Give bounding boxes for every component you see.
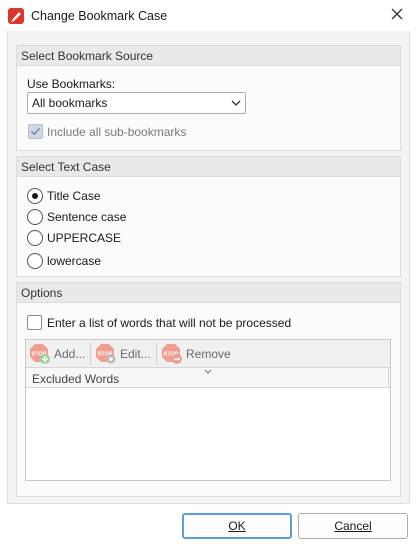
stop-edit-icon: STOP: [95, 343, 117, 365]
dialog-body: Select Bookmark Source Use Bookmarks: Al…: [7, 31, 410, 504]
remove-button[interactable]: STOP Remove: [161, 342, 231, 366]
sentence-case-label[interactable]: Sentence case: [47, 210, 126, 224]
checkmark-icon: [30, 127, 41, 136]
options-header: Options: [17, 283, 400, 303]
add-label: Add...: [54, 347, 86, 361]
text-case-header: Select Text Case: [17, 157, 400, 177]
radio-sentence-case[interactable]: [27, 209, 43, 225]
cancel-label: Cancel: [334, 519, 372, 533]
excluded-words-column-header[interactable]: Excluded Words: [26, 368, 390, 388]
ok-label: OK: [228, 519, 246, 533]
close-icon[interactable]: [389, 6, 405, 22]
stop-remove-icon: STOP: [161, 343, 183, 365]
edit-button[interactable]: STOP Edit...: [95, 342, 151, 366]
toolbar-separator: [156, 343, 157, 365]
use-bookmarks-label: Use Bookmarks:: [27, 77, 116, 91]
remove-label: Remove: [186, 347, 231, 361]
toolbar-separator: [90, 343, 91, 365]
radio-lowercase[interactable]: [27, 253, 43, 269]
use-bookmarks-value: All bookmarks: [32, 96, 108, 110]
add-button[interactable]: STOP Add...: [29, 342, 85, 366]
window-title: Change Bookmark Case: [31, 9, 168, 23]
excluded-words-list[interactable]: STOP Add... STOP Edit... STOP Remove Exc…: [25, 339, 391, 481]
ok-button[interactable]: OK: [182, 513, 292, 539]
uppercase-label[interactable]: UPPERCASE: [47, 231, 121, 245]
exclude-words-checkbox[interactable]: [27, 315, 42, 330]
title-bar: Change Bookmark Case: [0, 0, 417, 31]
use-bookmarks-select[interactable]: All bookmarks: [27, 92, 246, 114]
excluded-words-toolbar: STOP Add... STOP Edit... STOP Remove: [26, 340, 390, 368]
stop-add-icon: STOP: [29, 343, 51, 365]
include-sub-bookmarks-checkbox[interactable]: [28, 124, 43, 139]
chevron-down-icon: [231, 100, 241, 106]
bookmark-source-group: Select Bookmark Source Use Bookmarks: Al…: [16, 45, 401, 151]
title-case-label[interactable]: Title Case: [47, 189, 101, 203]
column-divider: [388, 368, 389, 388]
exclude-words-label[interactable]: Enter a list of words that will not be p…: [47, 316, 291, 330]
radio-uppercase[interactable]: [27, 230, 43, 246]
lowercase-label[interactable]: lowercase: [47, 254, 101, 268]
options-group: Options Enter a list of words that will …: [16, 282, 401, 497]
text-case-group: Select Text Case Title Case Sentence cas…: [16, 156, 401, 277]
sort-arrow-icon: [204, 369, 212, 374]
pdf-app-icon: [8, 8, 24, 24]
edit-label: Edit...: [120, 347, 151, 361]
cancel-button[interactable]: Cancel: [298, 513, 408, 539]
include-sub-bookmarks-label: Include all sub-bookmarks: [47, 125, 187, 139]
excluded-words-column-label: Excluded Words: [32, 372, 120, 386]
radio-title-case[interactable]: [27, 188, 43, 204]
bookmark-source-header: Select Bookmark Source: [17, 46, 400, 66]
